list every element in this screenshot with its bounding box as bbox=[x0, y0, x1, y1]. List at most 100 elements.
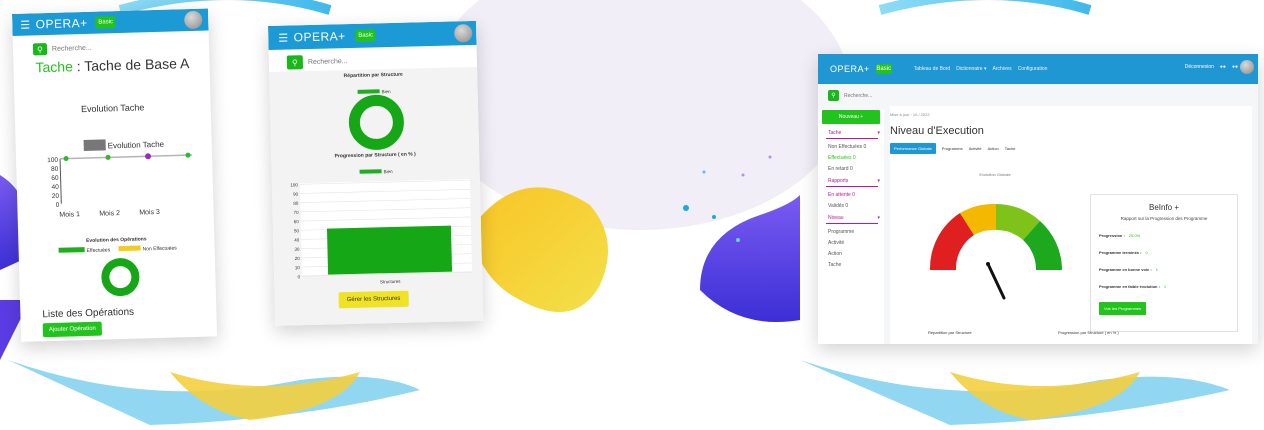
tab-performance[interactable]: Performance Globale bbox=[890, 143, 936, 154]
sidebar-head-niveau[interactable]: Niveau ▾ bbox=[828, 215, 880, 221]
y-tick-label: 40 bbox=[52, 184, 60, 191]
sidebar-head-tache[interactable]: Tache ▾ bbox=[828, 130, 880, 136]
brand-label: OPERA+ bbox=[293, 29, 346, 45]
page-body: ⚲ Nouveau + Tache▾ Non Effectuées 0 Effe… bbox=[818, 84, 1258, 344]
sparkle-dot bbox=[768, 155, 772, 159]
tab-programme[interactable]: Programme bbox=[942, 146, 963, 151]
search-input[interactable] bbox=[844, 92, 884, 99]
evolution-chart-title: Evolution Tache bbox=[80, 102, 145, 115]
view-programmes-button[interactable]: Voir les Programmes bbox=[1099, 302, 1147, 315]
info-row: Programme en faible évolution :1 bbox=[1099, 284, 1167, 289]
y-tick-label: 60 bbox=[294, 219, 300, 224]
tab-activite[interactable]: Activité bbox=[969, 146, 982, 151]
x-axis: Mois 1 Mois 2 Mois 3 bbox=[59, 209, 160, 219]
basic-button[interactable]: Basic bbox=[355, 29, 376, 42]
y-tick-label: 100 bbox=[47, 157, 58, 164]
menu-icon[interactable]: ☰ bbox=[20, 18, 31, 31]
new-button[interactable]: Nouveau + bbox=[822, 110, 880, 124]
sidebar-item[interactable]: Validés 0 bbox=[828, 203, 884, 209]
sidebar-item[interactable]: Effectuées 0 bbox=[828, 155, 884, 161]
sidebar-item[interactable]: Non Effectuées 0 bbox=[828, 144, 884, 150]
main-content: Mise à jour : 10 / 2022 Niveau d'Executi… bbox=[890, 106, 1252, 344]
footer-left-title: Répartition par Structure bbox=[928, 330, 972, 335]
tache-detail-screen: ☰ OPERA+ Basic ⚲ Tache : Tache de Base A… bbox=[12, 8, 218, 342]
donut-title: Répartition par Structure bbox=[344, 72, 404, 79]
menu-icon[interactable]: ☰ bbox=[278, 31, 289, 44]
donut-slice-bien[interactable] bbox=[348, 94, 404, 150]
nav-configuration[interactable]: Configuration bbox=[1018, 66, 1048, 72]
brand-label: OPERA+ bbox=[830, 64, 870, 74]
sidebar-item[interactable]: Action bbox=[828, 251, 884, 257]
gauge-needle bbox=[986, 262, 1006, 300]
sidebar-item[interactable]: Programme bbox=[828, 229, 884, 235]
nav-archives[interactable]: Archives bbox=[993, 66, 1012, 72]
avatar[interactable] bbox=[183, 10, 203, 30]
sidebar-item[interactable]: Tache bbox=[828, 262, 884, 268]
toggle-icon[interactable]: ●● bbox=[1232, 64, 1238, 70]
nav-right: Déconnexion ●● ●● bbox=[1185, 64, 1238, 70]
divider bbox=[826, 223, 878, 224]
y-tick-label: 30 bbox=[294, 247, 300, 252]
data-point[interactable] bbox=[105, 154, 111, 160]
operations-donut bbox=[101, 258, 140, 297]
dashboard-screen: OPERA+ Basic Tableau de Bord Dictionnair… bbox=[818, 54, 1258, 344]
basic-button[interactable]: Basic bbox=[95, 16, 116, 29]
sparkle-dot bbox=[702, 170, 706, 174]
search-input[interactable] bbox=[51, 42, 144, 53]
legend-label: Bien bbox=[384, 169, 394, 174]
y-tick-label: 60 bbox=[51, 175, 59, 182]
y-tick-label: 70 bbox=[293, 210, 299, 215]
page-title: Niveau d'Execution bbox=[890, 125, 984, 137]
data-point[interactable] bbox=[185, 152, 191, 158]
manage-structures-button[interactable]: Gérer les Structures bbox=[338, 290, 409, 309]
sidebar-item[interactable]: Activité bbox=[828, 240, 884, 246]
sidebar-item[interactable]: En attente 0 bbox=[828, 192, 884, 198]
legend-swatch bbox=[357, 89, 380, 94]
x-tick-label: Mois 1 bbox=[59, 211, 80, 219]
search-icon[interactable]: ⚲ bbox=[32, 43, 48, 56]
tab-tache[interactable]: Tache bbox=[1005, 146, 1016, 151]
info-subtitle: Rapport sur la Progression des Programme bbox=[1120, 216, 1208, 221]
donut-slice-done[interactable] bbox=[101, 258, 140, 297]
legend-swatch-done bbox=[58, 247, 85, 253]
data-point[interactable] bbox=[145, 153, 152, 160]
add-operation-button[interactable]: Ajouter Opération bbox=[42, 321, 103, 338]
info-row: Progression :25.0% bbox=[1099, 233, 1141, 238]
brand[interactable]: OPERA+ bbox=[830, 64, 870, 74]
brand[interactable]: ☰ OPERA+ bbox=[278, 29, 346, 45]
sparkle-dot bbox=[736, 238, 740, 242]
search-icon[interactable]: ⚲ bbox=[828, 90, 839, 101]
sidebar-item[interactable]: En retard 0 bbox=[828, 166, 884, 172]
nav-dictionary[interactable]: Dictionnaire ▾ bbox=[956, 66, 986, 72]
y-tick-label: 0 bbox=[298, 274, 301, 279]
legend-label: Evolution Tache bbox=[108, 140, 165, 151]
sparkle-dot bbox=[683, 205, 689, 211]
search-icon[interactable]: ⚲ bbox=[286, 55, 304, 70]
info-card: BeInfo + Rapport sur la Progression des … bbox=[1090, 194, 1238, 332]
sidebar-head-rapports[interactable]: Rapports ▾ bbox=[828, 178, 880, 184]
main-nav: Tableau de Bord Dictionnaire ▾ Archives … bbox=[914, 66, 1048, 72]
soft-backdrop bbox=[430, 0, 850, 230]
toggle-icon[interactable]: ●● bbox=[1220, 64, 1226, 70]
y-axis-line bbox=[59, 158, 62, 204]
avatar[interactable] bbox=[1240, 60, 1254, 74]
nav-dashboard[interactable]: Tableau de Bord bbox=[914, 66, 950, 72]
avatar[interactable] bbox=[454, 24, 473, 43]
basic-button[interactable]: Basic bbox=[875, 64, 892, 74]
structure-screen: ☰ OPERA+ Basic ⚲ Répartition par Structu… bbox=[268, 20, 484, 326]
search-bar: ⚲ bbox=[32, 39, 209, 56]
search-input[interactable] bbox=[307, 56, 399, 66]
legend-swatch bbox=[359, 169, 382, 174]
data-point[interactable] bbox=[63, 156, 69, 162]
legend-not-done: Non Effectuées bbox=[143, 245, 178, 252]
operations-title: Evolution des Opérations bbox=[86, 236, 147, 244]
brand[interactable]: ☰ OPERA+ bbox=[20, 16, 88, 32]
tab-action[interactable]: Action bbox=[988, 146, 999, 151]
bar-structure[interactable] bbox=[326, 225, 453, 275]
sparkle-dot bbox=[712, 215, 716, 219]
search-bar: ⚲ bbox=[828, 90, 884, 101]
gauge-chart: Evolution Globale bbox=[929, 172, 1062, 300]
info-title: BeInfo + bbox=[1148, 203, 1180, 212]
brand-label: OPERA+ bbox=[35, 15, 88, 32]
logout-link[interactable]: Déconnexion bbox=[1185, 64, 1214, 70]
